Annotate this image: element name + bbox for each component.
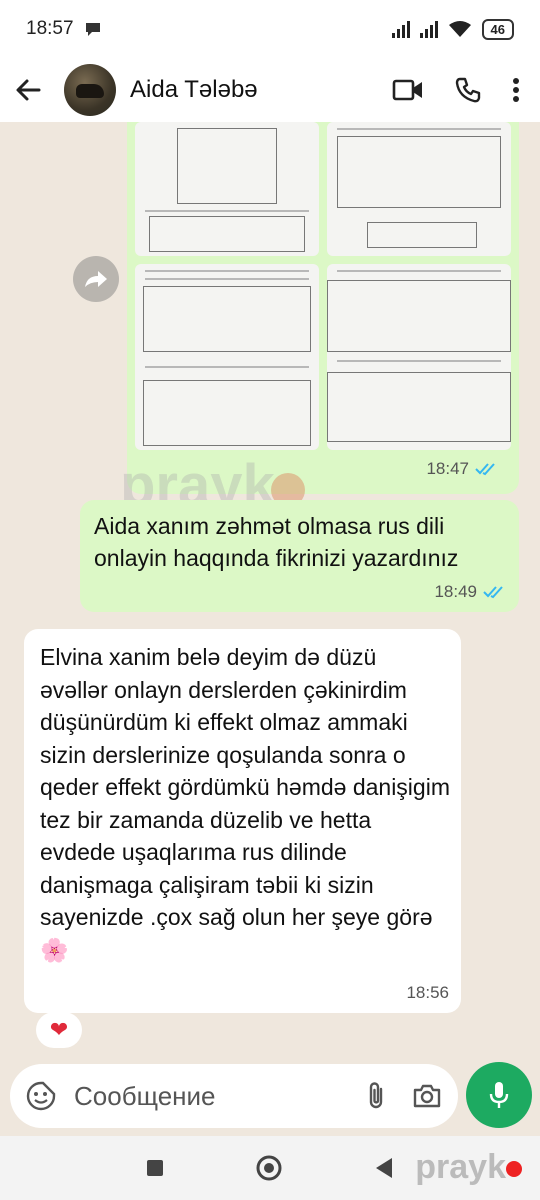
message-text: Elvina xanim belə deyim də düzü əvəllər … [40,644,450,963]
contact-name[interactable]: Aida Tələbə [130,76,258,104]
signal-icon [419,20,438,38]
nav-square-icon[interactable] [146,1159,164,1177]
forward-button[interactable] [73,256,119,302]
system-nav-bar: prayk [0,1136,540,1200]
wifi-icon [448,21,471,37]
chat-notification-icon [85,23,100,36]
document-image-1[interactable] [135,122,319,256]
chat-area[interactable]: 18:47 prayk Aida xanım zəhmət olmasa rus… [0,122,540,1132]
heart-reaction[interactable]: ❤ [36,1012,82,1048]
avatar[interactable] [64,64,116,116]
media-album-bubble[interactable]: 18:47 [127,122,519,494]
incoming-message[interactable]: Elvina xanim belə deyim də düzü əvəllər … [24,629,461,1013]
double-check-icon [483,586,503,599]
chat-header: Aida Tələbə [0,58,540,122]
sticker-icon[interactable] [26,1081,56,1111]
mic-icon [489,1082,509,1108]
forward-icon [85,271,107,287]
message-input[interactable]: Сообщение [74,1081,216,1112]
more-vert-icon[interactable] [512,77,520,103]
camera-icon[interactable] [412,1083,442,1109]
status-time: 18:57 [26,18,74,39]
document-image-3[interactable] [135,264,319,450]
message-text: Aida xanım zəhmət olmasa rus dili onlayi… [94,513,459,571]
signal-icon [391,20,410,38]
message-time: 18:49 [434,582,477,601]
document-image-4[interactable] [327,264,511,450]
attach-icon[interactable] [366,1080,386,1112]
message-meta: 18:49 [434,582,505,602]
video-call-icon[interactable] [392,78,424,102]
battery-indicator: 46 [481,18,514,40]
nav-home-icon[interactable] [256,1155,282,1181]
nav-back-icon[interactable] [374,1157,394,1179]
media-timestamp: 18:47 [426,459,497,479]
message-time: 18:56 [406,983,449,1002]
outgoing-message[interactable]: Aida xanım zəhmət olmasa rus dili onlayi… [80,500,519,612]
mic-button[interactable] [466,1062,532,1128]
watermark: prayk [415,1148,522,1187]
double-check-icon [475,463,495,476]
phone-icon[interactable] [454,76,482,104]
message-composer[interactable]: Сообщение [10,1064,458,1128]
document-image-2[interactable] [327,122,511,256]
back-arrow-icon[interactable] [14,76,42,104]
status-bar: 18:57 46 [0,0,540,58]
